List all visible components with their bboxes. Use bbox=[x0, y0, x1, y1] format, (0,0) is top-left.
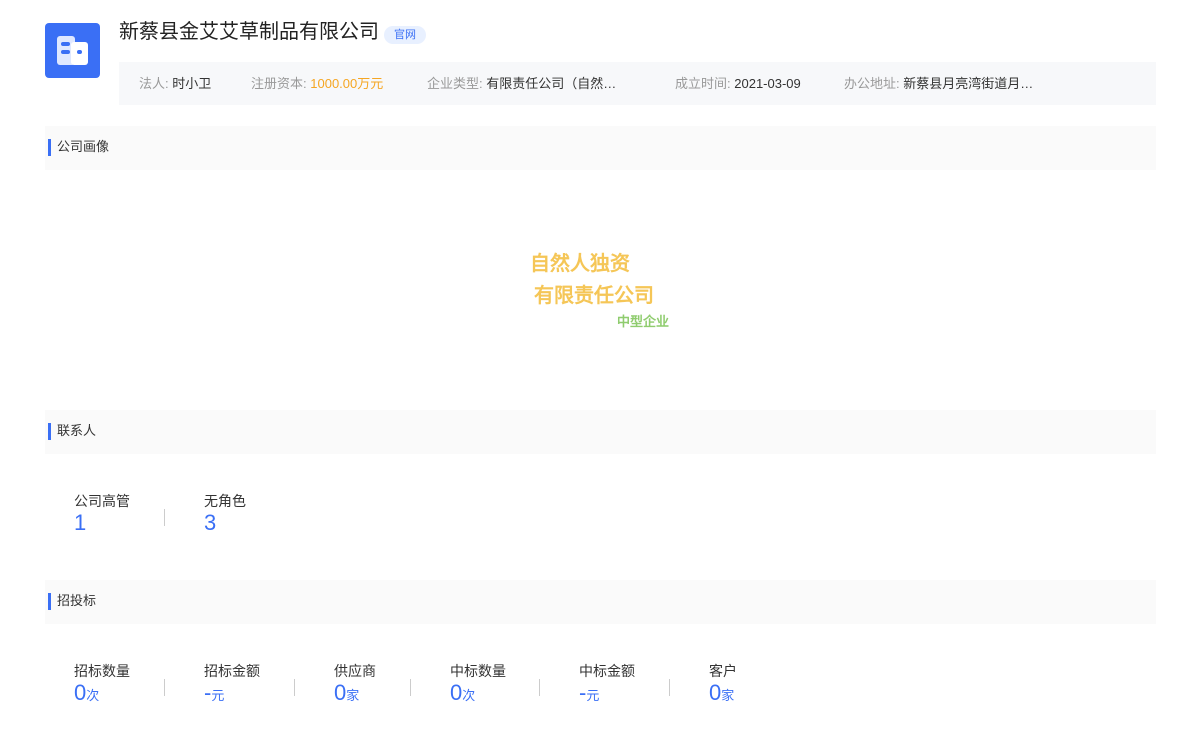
stat-value[interactable]: 0次 bbox=[450, 680, 506, 709]
stat-value[interactable]: -元 bbox=[579, 680, 635, 709]
portrait-tag: 自然人独资 bbox=[530, 253, 630, 275]
portrait-tag: 中型企业 bbox=[617, 314, 670, 329]
stat-value[interactable]: 1 bbox=[74, 510, 130, 536]
company-name: 新蔡县金艾艾草制品有限公司 bbox=[119, 21, 379, 43]
stat-unit: 元 bbox=[586, 688, 600, 703]
company-type: 企业类型: 有限责任公司（自然… bbox=[427, 76, 617, 91]
stat-unit: 元 bbox=[211, 688, 225, 703]
registered-capital: 注册资本: 1000.00万元 bbox=[251, 76, 384, 91]
stat-tender-count[interactable]: 招标数量 0次 bbox=[74, 662, 130, 709]
stat-tender-amount[interactable]: 招标金额 -元 bbox=[204, 662, 260, 709]
stat-unit: 家 bbox=[346, 688, 360, 703]
section-title: 联系人 bbox=[57, 423, 97, 438]
stat-no-role[interactable]: 无角色 3 bbox=[204, 492, 246, 536]
section-title: 公司画像 bbox=[57, 139, 110, 154]
section-company-portrait: 公司画像 bbox=[45, 126, 1156, 170]
company-logo bbox=[45, 23, 100, 78]
stat-divider bbox=[294, 679, 295, 696]
portrait-tag: 有限责任公司 bbox=[534, 285, 654, 307]
stat-value[interactable]: 0家 bbox=[334, 680, 376, 709]
section-accent-bar bbox=[48, 139, 51, 156]
stat-label: 中标数量 bbox=[450, 663, 506, 679]
stat-value[interactable]: -元 bbox=[204, 680, 260, 709]
office-address: 办公地址: 新蔡县月亮湾街道月… bbox=[844, 76, 1034, 91]
section-bidding: 招投标 bbox=[45, 580, 1156, 624]
stat-executives[interactable]: 公司高管 1 bbox=[74, 492, 130, 536]
stat-win-amount[interactable]: 中标金额 -元 bbox=[579, 662, 635, 709]
legal-person-value[interactable]: 时小卫 bbox=[172, 76, 211, 91]
stat-suppliers[interactable]: 供应商 0家 bbox=[334, 662, 376, 709]
stat-value[interactable]: 0次 bbox=[74, 680, 130, 709]
stat-value[interactable]: 3 bbox=[204, 510, 246, 536]
section-title: 招投标 bbox=[57, 593, 97, 608]
building-icon bbox=[57, 36, 88, 65]
founded-date-value: 2021-03-09 bbox=[734, 76, 801, 91]
legal-person: 法人: 时小卫 bbox=[139, 76, 212, 91]
stat-divider bbox=[164, 509, 165, 526]
office-address-value: 新蔡县月亮湾街道月… bbox=[903, 76, 1034, 91]
section-accent-bar bbox=[48, 593, 51, 610]
stat-value[interactable]: 0家 bbox=[709, 680, 737, 709]
stat-unit: 次 bbox=[462, 688, 476, 703]
stat-label: 无角色 bbox=[204, 493, 246, 509]
company-type-value: 有限责任公司（自然… bbox=[486, 76, 617, 91]
stat-label: 招标金额 bbox=[204, 663, 260, 679]
founded-date: 成立时间: 2021-03-09 bbox=[675, 76, 801, 91]
stat-label: 供应商 bbox=[334, 663, 376, 679]
company-info-bar: 法人: 时小卫 注册资本: 1000.00万元 企业类型: 有限责任公司（自然…… bbox=[119, 62, 1156, 105]
stat-label: 客户 bbox=[709, 663, 737, 679]
stat-customers[interactable]: 客户 0家 bbox=[709, 662, 737, 709]
stat-label: 中标金额 bbox=[579, 663, 635, 679]
section-contacts: 联系人 bbox=[45, 410, 1156, 454]
stat-divider bbox=[164, 679, 165, 696]
stat-label: 公司高管 bbox=[74, 493, 130, 509]
stat-win-count[interactable]: 中标数量 0次 bbox=[450, 662, 506, 709]
section-accent-bar bbox=[48, 423, 51, 440]
stat-divider bbox=[669, 679, 670, 696]
stat-unit: 次 bbox=[86, 688, 100, 703]
official-site-badge[interactable]: 官网 bbox=[384, 26, 426, 44]
registered-capital-value: 1000.00万元 bbox=[310, 76, 384, 91]
stat-divider bbox=[410, 679, 411, 696]
stat-divider bbox=[539, 679, 540, 696]
stat-label: 招标数量 bbox=[74, 663, 130, 679]
stat-unit: 家 bbox=[721, 688, 735, 703]
